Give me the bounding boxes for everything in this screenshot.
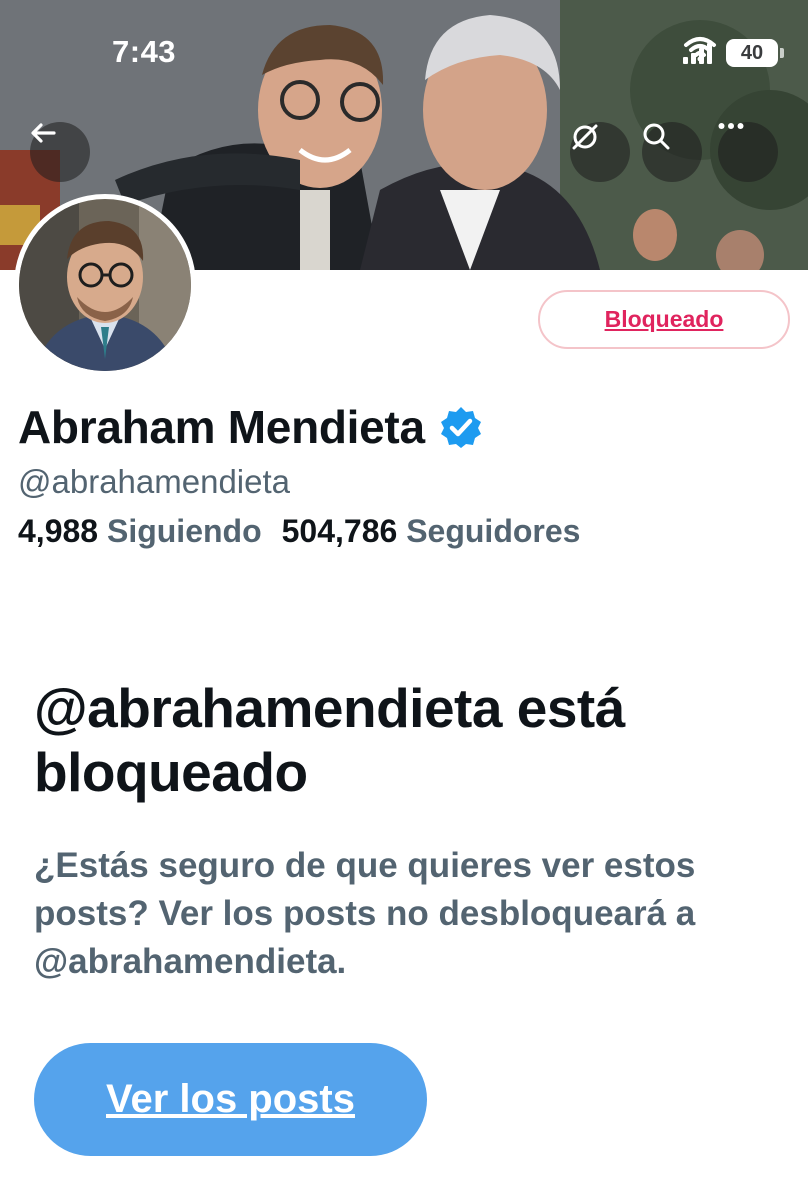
battery-level: 40 <box>740 41 764 64</box>
following-link[interactable]: 4,988 Siguiendo <box>18 513 262 549</box>
following-count: 4,988 <box>18 513 99 549</box>
avatar[interactable] <box>14 194 196 376</box>
display-name: Abraham Mendieta <box>18 401 425 453</box>
more-icon <box>718 123 744 129</box>
view-posts-button[interactable]: Ver los posts <box>34 1043 427 1156</box>
avatar-photo <box>19 199 191 371</box>
hide-posts-button[interactable] <box>570 122 630 182</box>
profile-name-row: Abraham Mendieta <box>18 400 483 454</box>
wifi-icon <box>684 37 716 62</box>
battery-icon: 40 <box>726 39 784 67</box>
followers-count: 504,786 <box>281 513 398 549</box>
followers-link[interactable]: 504,786 Seguidores <box>282 513 581 549</box>
back-button[interactable] <box>30 122 90 182</box>
back-arrow-icon <box>31 123 56 143</box>
following-label: Siguiendo <box>106 513 262 549</box>
status-time: 7:43 <box>112 34 177 69</box>
status-icons: 40 <box>683 36 784 70</box>
blocked-button[interactable]: Bloqueado <box>538 290 790 349</box>
more-options-button[interactable] <box>718 122 778 182</box>
search-button[interactable] <box>642 122 702 182</box>
profile-handle: @abrahamendieta <box>18 463 291 500</box>
follow-stats: 4,988 Siguiendo 504,786 Seguidores <box>18 513 580 550</box>
verified-badge-icon[interactable] <box>439 405 483 449</box>
blocked-notice-title: @abrahamendieta está bloqueado <box>34 677 625 803</box>
eye-slash-icon <box>572 124 598 150</box>
followers-label: Seguidores <box>406 513 581 549</box>
blocked-notice-description: ¿Estás seguro de que quieres ver estos p… <box>34 846 696 981</box>
search-icon <box>643 123 670 150</box>
